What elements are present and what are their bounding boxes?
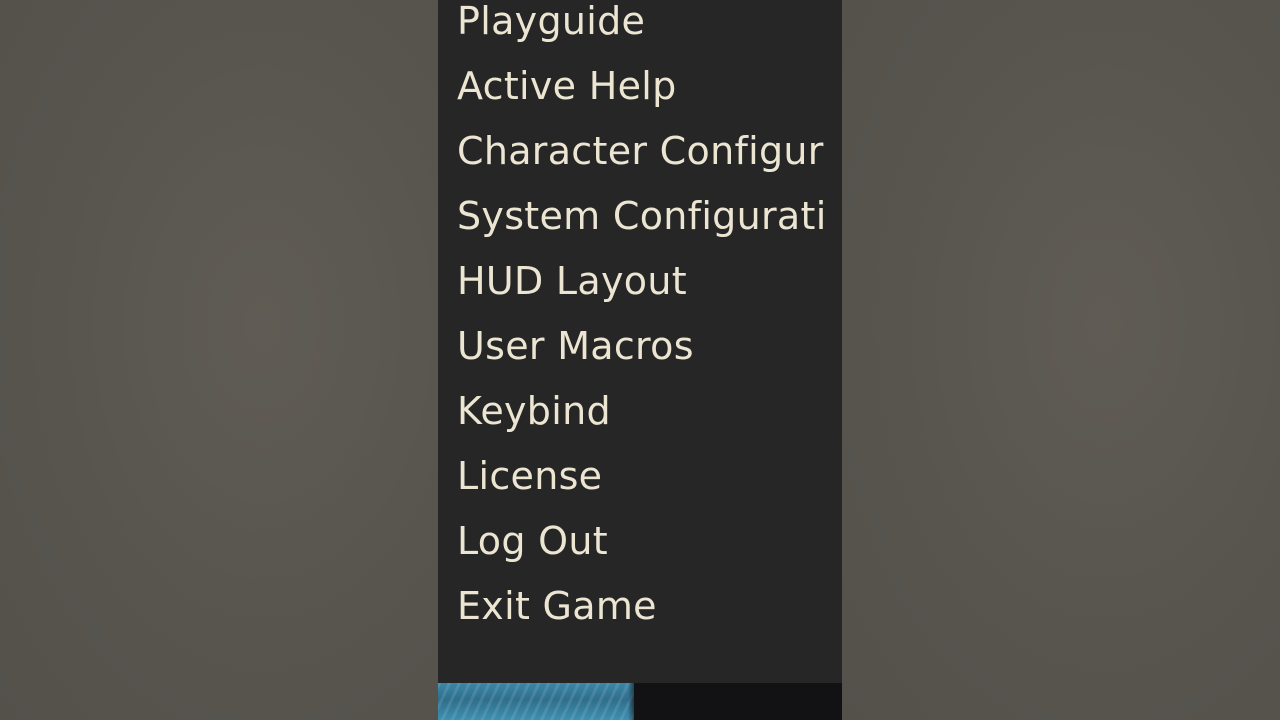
- game-frame: Playguide Active Help Character Configur…: [438, 0, 842, 720]
- menu-item-hud-layout[interactable]: HUD Layout: [457, 256, 687, 312]
- menu-item-exit-game[interactable]: Exit Game: [457, 581, 657, 637]
- system-menu: Playguide Active Help Character Configur…: [438, 0, 842, 683]
- menu-item-active-help[interactable]: Active Help: [457, 61, 677, 117]
- right-backdrop: [842, 0, 1280, 720]
- scenery-shadow-edge: [628, 683, 638, 720]
- menu-item-character-configuration[interactable]: Character Configur: [457, 126, 824, 182]
- menu-item-user-macros[interactable]: User Macros: [457, 321, 694, 377]
- water-scenery: [438, 683, 634, 720]
- menu-item-system-configuration[interactable]: System Configurati: [457, 191, 827, 247]
- menu-item-keybind[interactable]: Keybind: [457, 386, 611, 442]
- menu-item-log-out[interactable]: Log Out: [457, 516, 608, 572]
- game-scene-strip: [438, 683, 842, 720]
- menu-item-playguide[interactable]: Playguide: [457, 0, 645, 52]
- left-backdrop: [0, 0, 438, 720]
- menu-item-license[interactable]: License: [457, 451, 602, 507]
